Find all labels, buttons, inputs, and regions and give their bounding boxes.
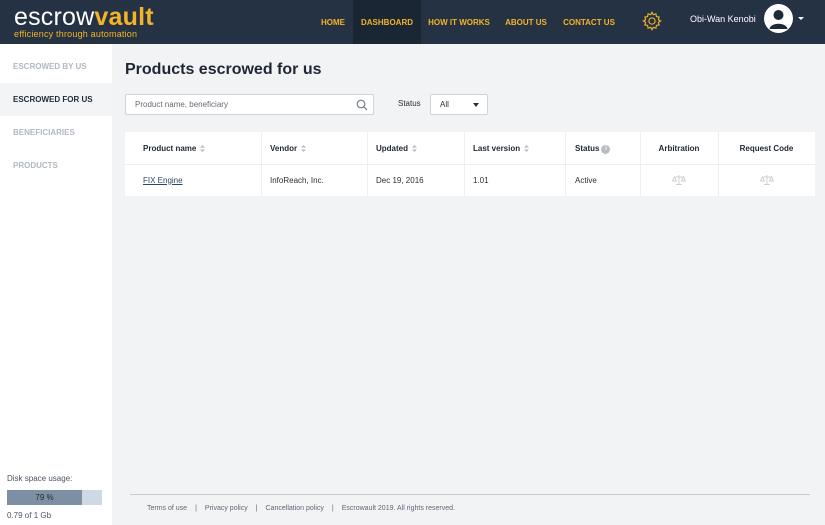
page-title: Products escrowed for us	[125, 61, 322, 78]
chevron-down-icon	[473, 103, 479, 107]
column-header-arbitration: Arbitration	[658, 143, 700, 153]
footer-link-cancellation[interactable]: Cancellation policy	[266, 505, 324, 512]
nav-dashboard[interactable]: DASHBOARD	[353, 0, 421, 44]
logo-name-plain: escrow	[14, 3, 95, 31]
footer-separator: |	[331, 505, 334, 512]
disk-usage-percent: 79 %	[35, 493, 54, 502]
user-menu-caret-icon[interactable]	[798, 17, 804, 20]
sort-icon[interactable]	[301, 144, 307, 152]
sidebar: ESCROWED BY US ESCROWED FOR US BENEFICIA…	[0, 44, 112, 525]
info-icon[interactable]: i	[601, 144, 611, 154]
column-divider	[565, 132, 566, 196]
table-cell-updated: Dec 19, 2016	[376, 175, 424, 185]
table-cell-version: 1.01	[473, 175, 489, 185]
sidebar-item-products[interactable]: PRODUCTS	[0, 149, 112, 182]
nav-contact-us[interactable]: CONTACT US	[560, 0, 618, 44]
search-input[interactable]	[126, 95, 346, 114]
column-header-label: Vendor	[270, 143, 298, 153]
sort-icon[interactable]	[412, 144, 417, 152]
logo-tagline: efficiency through automation	[14, 29, 138, 39]
top-navbar: escrowvault efficiency through automatio…	[0, 0, 825, 44]
user-avatar-icon[interactable]	[764, 4, 793, 33]
table-cell-vendor: InfoReach, Inc.	[270, 175, 324, 185]
status-filter-label: Status	[398, 99, 421, 108]
table-cell-request-code	[718, 164, 815, 196]
status-filter-select[interactable]: All	[430, 94, 488, 115]
brand-logo[interactable]: escrowvault efficiency through automatio…	[14, 4, 154, 39]
user-name[interactable]: Obi-Wan Kenobi	[690, 14, 756, 24]
table-cell-arbitration	[640, 164, 718, 196]
footer-separator: |	[195, 505, 197, 512]
footer-link-privacy[interactable]: Privacy policy	[205, 505, 248, 512]
sort-icon[interactable]	[200, 144, 206, 152]
column-header-product-name[interactable]: Product name	[143, 132, 261, 164]
search-icon[interactable]	[356, 99, 368, 111]
column-header-updated[interactable]: Updated	[376, 132, 464, 164]
disk-usage-bar: 79 %	[7, 490, 102, 505]
sidebar-item-escrowed-for-us[interactable]: ESCROWED FOR US	[0, 83, 112, 116]
column-divider	[367, 132, 368, 196]
products-table: Product name Vendor Updated Last version…	[125, 132, 815, 196]
column-header-label: Last version	[473, 143, 521, 153]
table-cell-status: Active	[575, 175, 597, 185]
table-cell-product: FIX Engine	[143, 164, 261, 196]
nav-home[interactable]: HOME	[313, 0, 353, 44]
nav-about-us[interactable]: ABOUT US	[500, 0, 552, 44]
logo-wordmark: escrowvault	[14, 4, 154, 30]
column-divider	[464, 132, 465, 196]
footer-divider	[130, 494, 810, 495]
footer-separator: |	[255, 505, 258, 512]
column-header-label: Updated	[376, 143, 408, 153]
column-header-last-version[interactable]: Last version	[473, 132, 565, 164]
scales-icon[interactable]	[672, 174, 686, 186]
sidebar-item-escrowed-by-us[interactable]: ESCROWED BY US	[0, 50, 112, 83]
footer-copyright: Escrowault 2019. All rights reserved.	[341, 505, 455, 512]
footer-link-terms[interactable]: Terms of use	[147, 505, 187, 512]
disk-usage-size: 0.79 of 1 Gb	[7, 511, 52, 520]
column-header-request-code: Request Code	[739, 143, 794, 153]
column-header-label: Status	[575, 143, 600, 153]
search-box	[125, 94, 374, 115]
column-divider	[261, 132, 262, 196]
sort-icon[interactable]	[524, 144, 530, 152]
scales-icon[interactable]	[759, 174, 774, 186]
nav-how-it-works[interactable]: HOW IT WORKS	[424, 0, 494, 44]
column-header-vendor[interactable]: Vendor	[270, 132, 367, 164]
disk-usage-label: Disk space usage:	[7, 474, 73, 483]
footer: Terms of use | Privacy policy | Cancella…	[147, 505, 455, 512]
gear-icon[interactable]	[641, 10, 663, 32]
logo-name-accent: vault	[94, 3, 154, 31]
sidebar-item-beneficiaries[interactable]: BENEFICIARIES	[0, 116, 112, 149]
product-link[interactable]: FIX Engine	[143, 176, 183, 185]
column-header-status: Status i	[575, 132, 640, 164]
status-filter-value: All	[440, 100, 449, 109]
column-header-label: Product name	[143, 143, 197, 153]
